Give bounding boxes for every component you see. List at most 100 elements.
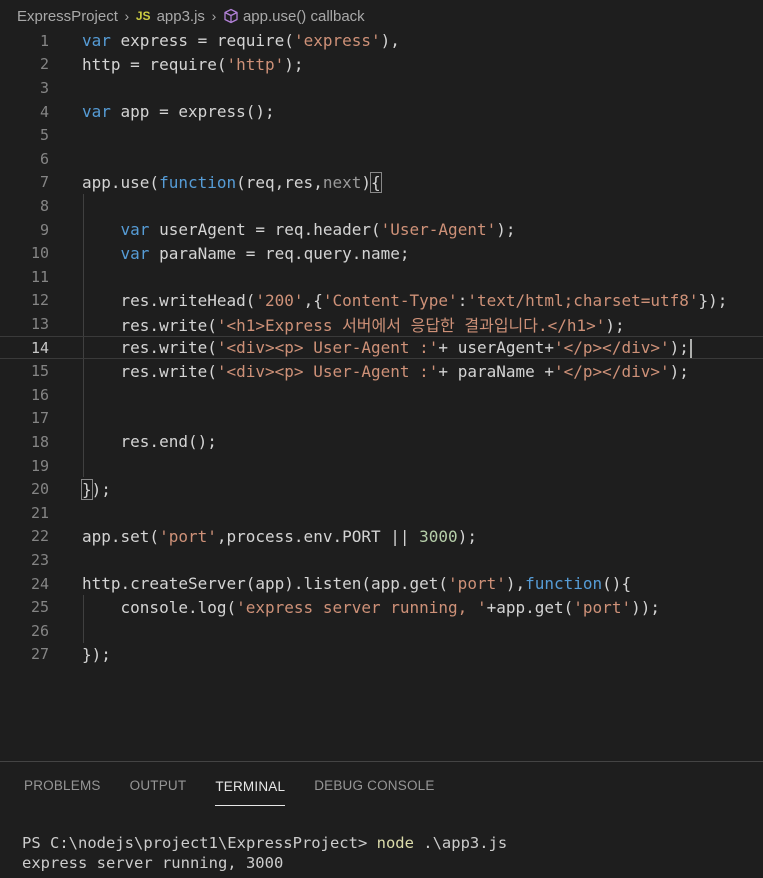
code-line[interactable]: 5 <box>0 123 763 147</box>
terminal-output[interactable]: PS C:\nodejs\project1\ExpressProject> no… <box>22 834 507 873</box>
code-text: http = require('http'); <box>82 55 304 74</box>
code-token: function <box>525 574 603 594</box>
code-token: res.write( <box>82 337 217 357</box>
tab-debug-console[interactable]: DEBUG CONSOLE <box>314 762 434 807</box>
code-token: : <box>457 290 468 310</box>
code-line[interactable]: 16 <box>0 383 763 407</box>
code-token: var <box>120 220 150 240</box>
line-number: 1 <box>39 31 49 50</box>
code-token: { <box>370 171 382 193</box>
line-number: 13 <box>30 314 49 333</box>
code-line[interactable]: 20}); <box>0 477 763 501</box>
line-number: 19 <box>30 456 49 475</box>
code-token: 3000 <box>419 526 458 546</box>
code-token: ,process.env.PORT || <box>216 526 420 546</box>
cube-icon <box>224 8 238 24</box>
code-token: '<div><p> User-Agent :' <box>216 337 439 357</box>
code-text: }); <box>82 645 111 664</box>
code-line[interactable]: 22 app.set('port',process.env.PORT || 300… <box>0 525 763 549</box>
line-number: 22 <box>30 527 49 546</box>
code-line[interactable]: 1 var express = require('express'), <box>0 29 763 53</box>
code-token: ,{ <box>303 290 323 310</box>
code-token: + paraName + <box>438 361 555 381</box>
line-number: 25 <box>30 598 49 617</box>
code-line[interactable]: 13 res.write('<h1>Express 서버에서 응답한 결과입니다… <box>0 312 763 336</box>
code-token: '<h1>Express 서버에서 응답한 결과입니다.</h1>' <box>216 315 606 335</box>
code-line[interactable]: 25 console.log('express server running, … <box>0 595 763 619</box>
tab-problems[interactable]: PROBLEMS <box>24 762 101 807</box>
tab-output[interactable]: OUTPUT <box>130 762 187 807</box>
code-token: app = express(); <box>110 102 275 122</box>
code-token: console.log( <box>82 597 237 617</box>
code-line[interactable]: 19 <box>0 454 763 478</box>
code-token: 'port' <box>448 574 506 594</box>
code-token: app.use( <box>82 172 160 192</box>
line-number: 18 <box>30 432 49 451</box>
code-token: res.write( <box>82 315 217 335</box>
code-token: 'http' <box>226 54 285 74</box>
breadcrumb-project[interactable]: ExpressProject <box>17 8 118 25</box>
code-text: res.writeHead('200',{'Content-Type':'tex… <box>82 290 728 310</box>
tab-terminal[interactable]: TERMINAL <box>215 763 286 806</box>
breadcrumb-symbol[interactable]: app.use() callback <box>243 8 365 25</box>
code-token: ); <box>669 337 689 357</box>
code-line[interactable]: 18 res.end(); <box>0 430 763 454</box>
code-token: paraName = req.query.name; <box>149 243 410 263</box>
code-line[interactable]: 11 <box>0 265 763 289</box>
code-token: 'port' <box>159 526 217 546</box>
code-token: res.write( <box>82 361 217 381</box>
code-line[interactable]: 2 http = require('http'); <box>0 53 763 77</box>
code-line[interactable]: 23 <box>0 548 763 572</box>
code-token: var <box>82 102 111 122</box>
code-line[interactable]: 4 var app = express(); <box>0 100 763 124</box>
terminal-output-line: express server running, 3000 <box>22 853 284 872</box>
code-token: 'express' <box>293 31 381 51</box>
line-number: 16 <box>30 385 49 404</box>
line-number: 6 <box>39 149 49 168</box>
code-text: var app = express(); <box>82 102 275 121</box>
code-token: 'User-Agent' <box>380 220 497 240</box>
code-text: app.use(function(req,res,next){ <box>82 171 382 193</box>
line-number: 14 <box>30 338 49 357</box>
code-line[interactable]: 3 <box>0 76 763 100</box>
line-number: 12 <box>30 291 49 310</box>
code-line[interactable]: 9 var userAgent = req.header('User-Agent… <box>0 218 763 242</box>
code-line[interactable]: 26 <box>0 619 763 643</box>
code-editor[interactable]: 1 var express = require('express'), 2 http … <box>0 29 763 761</box>
code-line[interactable]: 27}); <box>0 643 763 667</box>
code-line[interactable]: 7 app.use(function(req,res,next){ <box>0 171 763 195</box>
code-line[interactable]: 14 res.write('<div><p> User-Agent :'+ us… <box>0 335 763 360</box>
code-token: ); <box>496 220 516 240</box>
code-line[interactable]: 24 http.createServer(app).listen(app.get(… <box>0 572 763 596</box>
code-token: '</p></div>' <box>554 337 670 357</box>
code-token: 'Content-Type' <box>322 290 458 310</box>
code-line[interactable]: 12 res.writeHead('200',{'Content-Type':'… <box>0 289 763 313</box>
chevron-right-icon: › <box>124 8 130 24</box>
line-number: 21 <box>30 503 49 522</box>
code-token: var <box>82 31 111 51</box>
code-token: ); <box>457 526 477 546</box>
code-text: res.end(); <box>82 432 217 451</box>
code-token: (req,res, <box>236 172 323 192</box>
code-text: res.write('<div><p> User-Agent :'+ paraN… <box>82 362 689 381</box>
javascript-file-icon: JS <box>135 9 151 23</box>
line-number: 10 <box>30 244 49 263</box>
code-token: ); <box>669 361 689 381</box>
code-text: console.log('express server running, '+a… <box>82 598 660 617</box>
code-token: )); <box>631 597 660 617</box>
code-token: http = require( <box>82 54 227 74</box>
code-token: '</p></div>' <box>554 361 670 381</box>
text-cursor <box>689 338 692 358</box>
code-text: var express = require('express'), <box>82 31 400 50</box>
code-line[interactable]: 6 <box>0 147 763 171</box>
code-line[interactable]: 10 var paraName = req.query.name; <box>0 241 763 265</box>
line-number: 20 <box>30 480 49 499</box>
code-token: express = require( <box>110 31 294 51</box>
code-line[interactable]: 17 <box>0 407 763 431</box>
breadcrumb-file[interactable]: app3.js <box>157 8 205 25</box>
code-token: ); <box>284 54 304 74</box>
code-line[interactable]: 15 res.write('<div><p> User-Agent :'+ pa… <box>0 359 763 383</box>
code-line[interactable]: 21 <box>0 501 763 525</box>
code-line[interactable]: 8 <box>0 194 763 218</box>
